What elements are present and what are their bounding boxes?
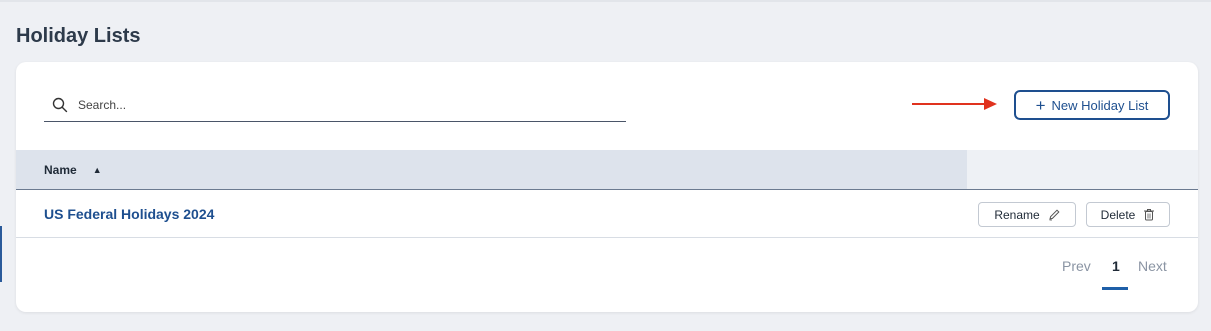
pagination-current-page[interactable]: 1 (1112, 258, 1120, 288)
column-header-name[interactable]: Name ▲ (16, 150, 967, 189)
column-header-actions (967, 150, 1198, 189)
rename-label: Rename (994, 207, 1040, 222)
page: Holiday Lists + New Holiday List Name ▲ (0, 0, 1211, 331)
current-page-indicator (1102, 287, 1128, 290)
delete-label: Delete (1100, 207, 1136, 222)
search-icon (52, 97, 68, 113)
pagination-prev[interactable]: Prev (1062, 258, 1091, 288)
plus-icon: + (1035, 95, 1046, 115)
sort-ascending-icon: ▲ (92, 164, 102, 175)
holiday-list-link[interactable]: US Federal Holidays 2024 (44, 206, 214, 222)
left-rail-indicator (0, 226, 2, 282)
page-title: Holiday Lists (16, 25, 141, 47)
new-holiday-list-label: New Holiday List (1051, 97, 1149, 113)
pencil-icon (1048, 209, 1060, 221)
new-holiday-list-button[interactable]: + New Holiday List (1014, 90, 1170, 120)
table-header: Name ▲ (16, 150, 1198, 190)
search-bar (44, 90, 626, 122)
column-header-name-label: Name (44, 162, 77, 177)
top-border (0, 0, 1211, 2)
pagination-next[interactable]: Next (1138, 258, 1167, 288)
search-input[interactable] (78, 94, 618, 116)
delete-button[interactable]: Delete (1086, 202, 1170, 227)
holiday-lists-card: + New Holiday List Name ▲ US Federal Hol… (16, 62, 1198, 312)
trash-icon (1144, 209, 1155, 221)
table-row: US Federal Holidays 2024 Rename Delete (16, 190, 1198, 238)
rename-button[interactable]: Rename (978, 202, 1076, 227)
annotation-arrow (912, 98, 997, 110)
